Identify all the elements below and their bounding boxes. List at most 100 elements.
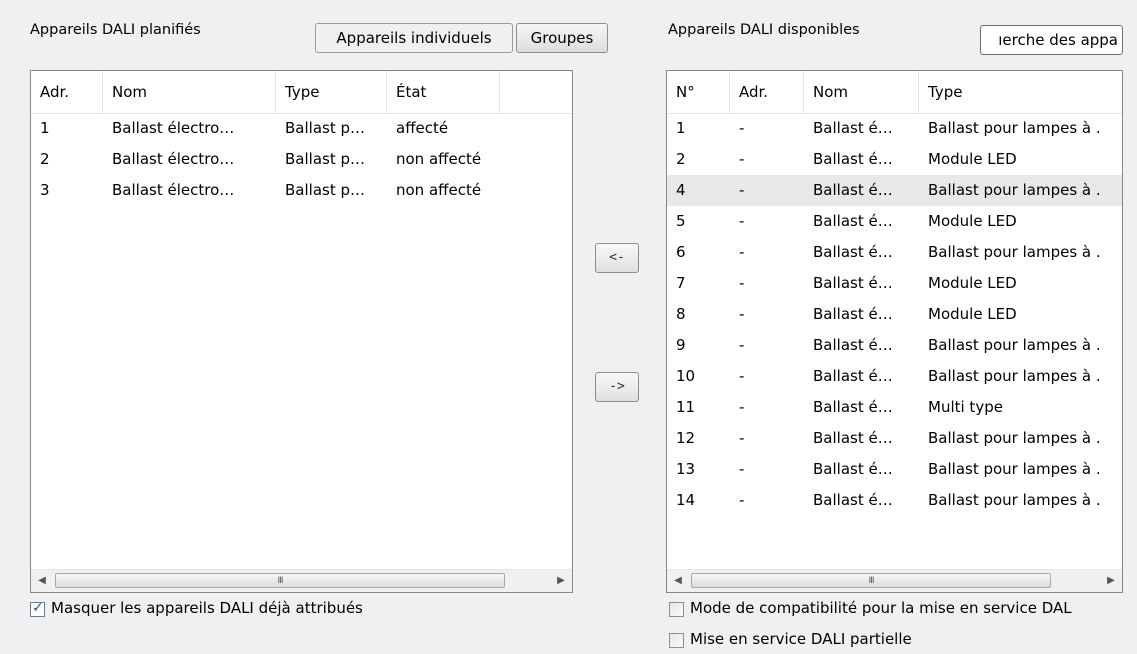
table-row[interactable]: 8 - Ballast é… Module LED: [667, 299, 1122, 330]
available-devices-list[interactable]: N° Adr. Nom Type 1 - Ballast é… Ballast pou…: [666, 70, 1123, 593]
compat-mode-checkbox[interactable]: [669, 602, 684, 617]
table-row[interactable]: 2 - Ballast é… Module LED: [667, 144, 1122, 175]
cell-type: Ballast p…: [285, 150, 365, 168]
tab-individual-devices[interactable]: Appareils individuels: [315, 23, 513, 53]
table-row[interactable]: 9 - Ballast é… Ballast pour lampes à .: [667, 330, 1122, 361]
cell-adr: -: [739, 243, 745, 261]
tab-groups[interactable]: Groupes: [516, 23, 608, 53]
table-row[interactable]: 3 Ballast électro… Ballast p… non affecté: [31, 175, 572, 206]
cell-no: 2: [676, 150, 686, 168]
cell-adr: -: [739, 119, 745, 137]
cell-type: Ballast pour lampes à .: [928, 491, 1101, 509]
cell-type: Module LED: [928, 274, 1017, 292]
cell-adr: 2: [40, 150, 50, 168]
cell-no: 14: [676, 491, 696, 509]
cell-nom: Ballast é…: [813, 119, 893, 137]
scroll-left-arrow-icon[interactable]: ◀: [667, 570, 689, 592]
column-header-adr[interactable]: Adr.: [31, 71, 102, 113]
table-row[interactable]: 1 Ballast électro… Ballast p… affecté: [31, 113, 572, 144]
cell-type: Ballast pour lampes à .: [928, 336, 1101, 354]
table-row[interactable]: 11 - Ballast é… Multi type: [667, 392, 1122, 423]
cell-nom: Ballast é…: [813, 181, 893, 199]
cell-no: 10: [676, 367, 696, 385]
cell-type: Ballast pour lampes à .: [928, 119, 1101, 137]
cell-no: 11: [676, 398, 696, 416]
cell-no: 9: [676, 336, 686, 354]
cell-type: Ballast p…: [285, 119, 365, 137]
scroll-thumb[interactable]: III: [691, 573, 1051, 588]
move-to-planned-button[interactable]: <-: [595, 243, 639, 273]
cell-nom: Ballast é…: [813, 212, 893, 230]
table-row[interactable]: 13 - Ballast é… Ballast pour lampes à .: [667, 454, 1122, 485]
table-row[interactable]: 2 Ballast électro… Ballast p… non affecté: [31, 144, 572, 175]
cell-type: Ballast p…: [285, 181, 365, 199]
cell-nom: Ballast électro…: [112, 119, 235, 137]
planned-list-hscrollbar[interactable]: ◀ III ▶: [31, 569, 572, 592]
available-list-hscrollbar[interactable]: ◀ III ▶: [667, 569, 1122, 592]
cell-type: Ballast pour lampes à .: [928, 460, 1101, 478]
cell-adr: -: [739, 150, 745, 168]
table-row[interactable]: 1 - Ballast é… Ballast pour lampes à .: [667, 113, 1122, 144]
cell-type: Ballast pour lampes à .: [928, 429, 1101, 447]
table-row[interactable]: 6 - Ballast é… Ballast pour lampes à .: [667, 237, 1122, 268]
scroll-right-arrow-icon[interactable]: ▶: [550, 570, 572, 592]
column-header-nom[interactable]: Nom: [804, 71, 918, 113]
table-row[interactable]: 5 - Ballast é… Module LED: [667, 206, 1122, 237]
cell-nom: Ballast é…: [813, 429, 893, 447]
cell-adr: -: [739, 491, 745, 509]
hide-assigned-checkbox[interactable]: ✓: [30, 600, 45, 617]
partial-commissioning-checkbox[interactable]: [669, 633, 684, 648]
cell-adr: -: [739, 212, 745, 230]
cell-nom: Ballast é…: [813, 305, 893, 323]
scroll-right-arrow-icon[interactable]: ▶: [1100, 570, 1122, 592]
cell-no: 13: [676, 460, 696, 478]
cell-adr: -: [739, 181, 745, 199]
cell-no: 4: [676, 181, 686, 199]
cell-adr: -: [739, 274, 745, 292]
cell-type: Ballast pour lampes à .: [928, 367, 1101, 385]
table-row[interactable]: 4 - Ballast é… Ballast pour lampes à .: [667, 175, 1122, 206]
cell-nom: Ballast é…: [813, 491, 893, 509]
cell-adr: -: [739, 398, 745, 416]
cell-nom: Ballast é…: [813, 367, 893, 385]
table-row[interactable]: 14 - Ballast é… Ballast pour lampes à .: [667, 485, 1122, 516]
cell-type: Multi type: [928, 398, 1003, 416]
partial-commissioning-label: Mise en service DALI partielle: [690, 630, 912, 648]
hide-assigned-label: Masquer les appareils DALI déjà attribué…: [51, 599, 363, 617]
column-header-no[interactable]: N°: [667, 71, 729, 113]
available-devices-title: Appareils DALI disponibles: [668, 22, 860, 38]
cell-no: 12: [676, 429, 696, 447]
cell-type: Module LED: [928, 305, 1017, 323]
cell-adr: -: [739, 367, 745, 385]
planned-devices-header: Adr. Nom Type État: [31, 71, 572, 114]
scroll-left-arrow-icon[interactable]: ◀: [31, 570, 53, 592]
cell-nom: Ballast é…: [813, 398, 893, 416]
table-row[interactable]: 12 - Ballast é… Ballast pour lampes à .: [667, 423, 1122, 454]
cell-etat: affecté: [396, 119, 449, 137]
planned-devices-list[interactable]: Adr. Nom Type État 1 Ballast électro… Ball…: [30, 70, 573, 593]
column-header-adr[interactable]: Adr.: [730, 71, 803, 113]
cell-nom: Ballast électro…: [112, 150, 235, 168]
column-header-etat[interactable]: État: [387, 71, 499, 113]
move-to-available-button[interactable]: ->: [595, 372, 639, 402]
column-header-type[interactable]: Type: [919, 71, 1122, 113]
table-row[interactable]: 10 - Ballast é… Ballast pour lampes à .: [667, 361, 1122, 392]
scroll-grip-icon: III: [868, 576, 875, 586]
table-row[interactable]: 7 - Ballast é… Module LED: [667, 268, 1122, 299]
cell-no: 7: [676, 274, 686, 292]
cell-no: 8: [676, 305, 686, 323]
column-header-type[interactable]: Type: [276, 71, 386, 113]
cell-nom: Ballast é…: [813, 460, 893, 478]
cell-nom: Ballast é…: [813, 336, 893, 354]
cell-type: Ballast pour lampes à .: [928, 243, 1101, 261]
column-header-nom[interactable]: Nom: [103, 71, 275, 113]
cell-type: Module LED: [928, 150, 1017, 168]
cell-no: 1: [676, 119, 686, 137]
scroll-thumb[interactable]: III: [55, 573, 505, 588]
cell-no: 5: [676, 212, 686, 230]
planned-devices-title: Appareils DALI planifiés: [30, 22, 201, 38]
search-devices-button[interactable]: ıerche des appa: [980, 25, 1123, 55]
cell-adr: -: [739, 336, 745, 354]
cell-etat: non affecté: [396, 181, 482, 199]
cell-nom: Ballast é…: [813, 274, 893, 292]
